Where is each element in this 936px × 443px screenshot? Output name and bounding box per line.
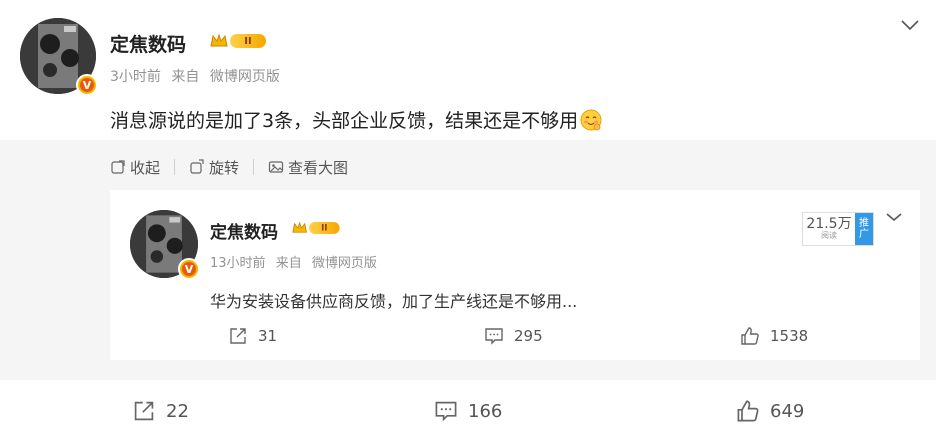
read-count-value: 21.5万 [806, 216, 852, 232]
retweet-author-name[interactable]: 定焦数码 [210, 218, 278, 243]
emoji-icon [580, 109, 602, 131]
chevron-down-icon[interactable] [900, 18, 920, 32]
image-icon [268, 161, 284, 173]
like-count: 649 [770, 400, 805, 422]
comment-count: 166 [468, 400, 503, 422]
promote-tag-top: 推 [859, 218, 869, 229]
retweet-meta: 13小时前 来自 微博网页版 [210, 252, 377, 271]
crown-icon [210, 33, 228, 49]
read-count: 21.5万 阅读 [803, 213, 855, 245]
promote-tag: 推 广 [855, 213, 873, 245]
author-name[interactable]: 定焦数码 [110, 30, 186, 57]
retweet-chevron-down-icon[interactable] [884, 210, 904, 224]
source-prefix: 来自 [275, 256, 302, 271]
level-label: II [230, 34, 266, 48]
read-count-label: 阅读 [821, 231, 837, 240]
retweet-like-button[interactable]: 1538 [740, 326, 808, 346]
level-label: II [309, 222, 340, 234]
toolbar-divider [253, 159, 255, 175]
repost-count: 22 [166, 400, 189, 422]
toolbar-divider [174, 159, 176, 175]
like-button[interactable]: 649 [736, 399, 804, 423]
comment-icon [435, 401, 457, 422]
repost-icon [230, 328, 246, 344]
repost-button[interactable]: 22 [132, 399, 189, 423]
retweet-text[interactable]: 华为安装设备供应商反馈，加了生产线还是不够用... [210, 288, 577, 312]
rotate-icon [190, 159, 204, 174]
retweet-like-count: 1538 [770, 327, 809, 345]
image-toolbar: 收起 旋转 查看大图 [110, 155, 348, 179]
retweet-source[interactable]: 微博网页版 [312, 256, 377, 271]
collapse-icon [111, 160, 125, 174]
collapse-button[interactable]: 收起 [110, 157, 160, 178]
source-prefix: 来自 [171, 69, 200, 85]
retweet-level-badge[interactable]: II [292, 220, 341, 235]
retweet-time[interactable]: 13小时前 [210, 256, 266, 271]
retweet-comment-count: 295 [514, 327, 543, 345]
thumbs-up-icon [741, 327, 759, 345]
post-meta: 3小时前 来自 微博网页版 [110, 66, 280, 86]
collapse-label: 收起 [130, 158, 161, 177]
retweet-comment-button[interactable]: 295 [484, 326, 543, 346]
post-time[interactable]: 3小时前 [110, 69, 161, 85]
retweet-repost-count: 31 [258, 327, 278, 345]
verified-badge: V [76, 74, 98, 96]
crown-icon [292, 221, 307, 235]
post-text: 消息源说的是加了3条，头部企业反馈，结果还是不够用 [110, 106, 602, 133]
retweet-avatar[interactable]: V [130, 210, 200, 280]
post-source[interactable]: 微博网页版 [210, 69, 280, 85]
comment-icon [485, 328, 503, 345]
comment-button[interactable]: 166 [434, 399, 502, 423]
post-text-body: 消息源说的是加了3条，头部企业反馈，结果还是不够用 [110, 110, 579, 132]
avatar[interactable]: V [20, 18, 98, 96]
repost-icon [134, 401, 154, 421]
thumbs-up-icon [737, 400, 759, 422]
view-large-button[interactable]: 查看大图 [268, 157, 348, 178]
promote-tag-bottom: 广 [859, 229, 869, 240]
verified-badge: V [178, 258, 200, 280]
rotate-button[interactable]: 旋转 [189, 157, 239, 178]
promotion-badge[interactable]: 21.5万 阅读 推 广 [802, 212, 874, 246]
rotate-label: 旋转 [209, 158, 240, 177]
view-large-label: 查看大图 [288, 158, 349, 177]
retweet-repost-button[interactable]: 31 [228, 326, 277, 346]
weibo-post: V 定焦数码 II 3小时前 来自 微博网页版 消息源说的是加了3条，头部企业反… [0, 0, 936, 443]
level-badge[interactable]: II [210, 32, 268, 50]
